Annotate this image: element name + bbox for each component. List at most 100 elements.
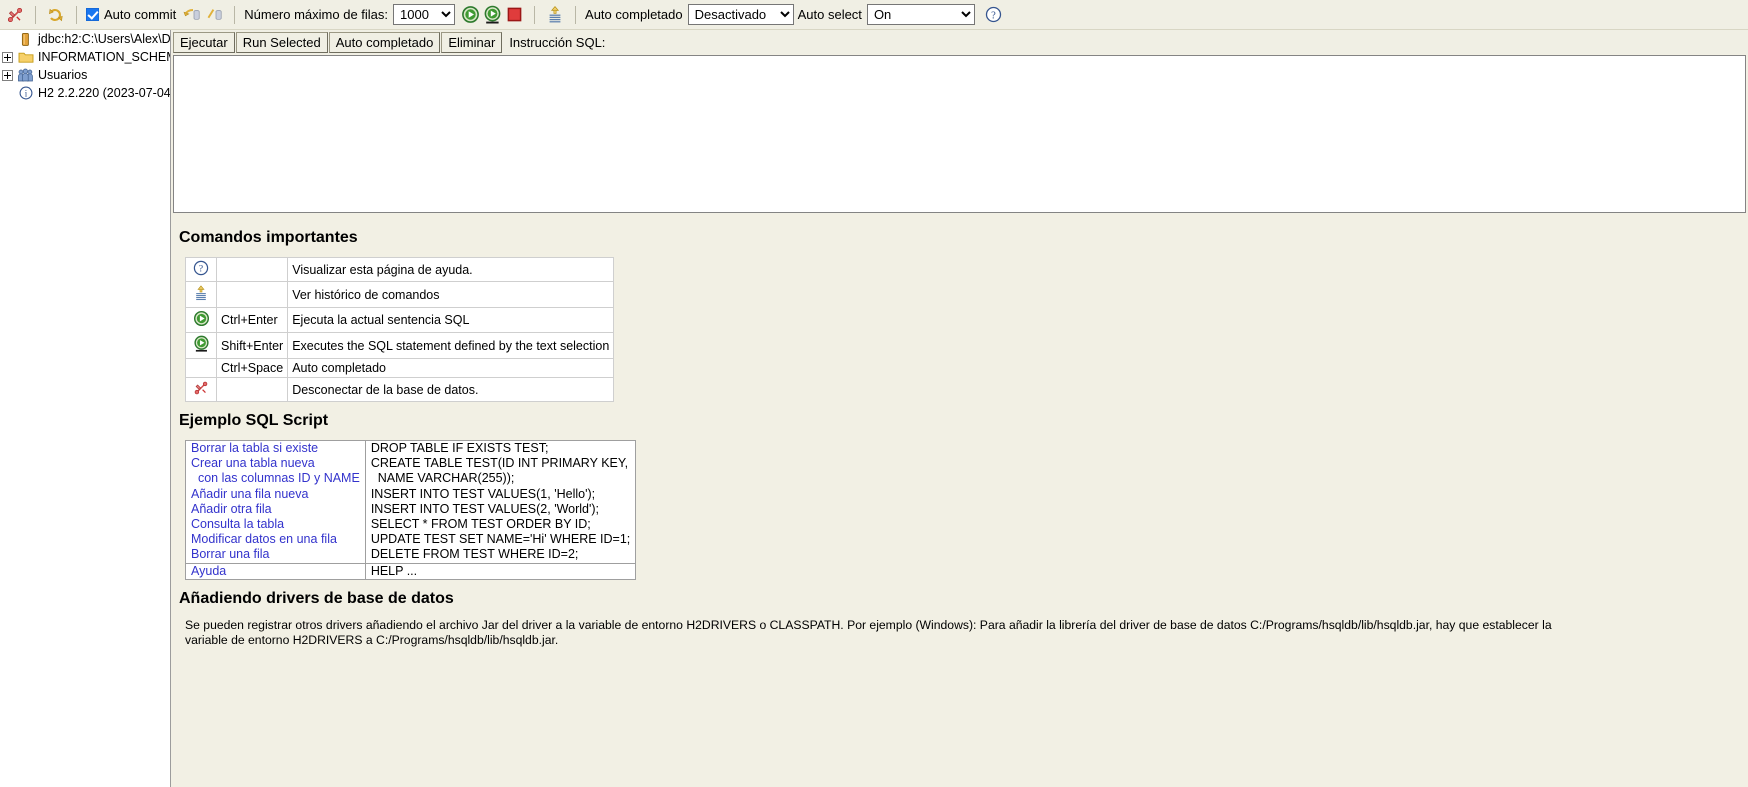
script-description: Añadir otra fila bbox=[185, 501, 366, 518]
editor-panel: Ejecutar Run Selected Auto completado El… bbox=[171, 30, 1748, 787]
script-sql: INSERT INTO TEST VALUES(1, 'Hello'); bbox=[370, 486, 596, 501]
table-row: Borrar la tabla si existe DROP TABLE IF E… bbox=[185, 440, 636, 457]
tree-item-connection-label: jdbc:h2:C:\Users\Alex\Desktop\JI bbox=[38, 32, 171, 46]
toolbar-divider-3 bbox=[234, 5, 236, 24]
max-rows-select[interactable]: 1000 bbox=[393, 4, 456, 25]
auto-commit-checkbox[interactable] bbox=[86, 8, 99, 21]
script-description: Ayuda bbox=[185, 562, 366, 580]
auto-commit-label[interactable]: Auto commit bbox=[104, 7, 176, 22]
commit-icon[interactable] bbox=[181, 4, 203, 26]
svg-text:?: ? bbox=[992, 10, 997, 21]
script-description: Añadir una fila nueva bbox=[185, 486, 366, 502]
stop-icon[interactable] bbox=[503, 4, 525, 26]
shortcut-key: Shift+Enter bbox=[215, 332, 289, 359]
shortcut-key bbox=[215, 377, 289, 402]
drivers-description: Se pueden registrar otros drivers añadie… bbox=[185, 617, 1552, 647]
toolbar-divider-5 bbox=[575, 5, 577, 24]
command-description: Ejecuta la actual sentencia SQL bbox=[287, 307, 615, 333]
important-commands-table: ? Visualizar esta página de ayuda. Ver his… bbox=[185, 257, 615, 402]
run-selected-button[interactable]: Run Selected bbox=[235, 31, 328, 53]
toolbar-divider-4 bbox=[534, 5, 536, 24]
commands-section-title: Comandos importantes bbox=[179, 229, 358, 246]
sidebar-item-usuarios-label: Usuarios bbox=[38, 68, 88, 82]
example-sql-script-table: Borrar la tabla si existe DROP TABLE IF E… bbox=[185, 440, 637, 580]
help-icon[interactable]: ? bbox=[983, 4, 1005, 26]
run-button[interactable]: Ejecutar bbox=[173, 31, 235, 53]
sql-command-bar: Ejecutar Run Selected Auto completado El… bbox=[171, 30, 1748, 54]
sidebar-item-usuarios[interactable]: Usuarios bbox=[0, 66, 170, 84]
help-content: Comandos importantes ? Visualizar esta pá… bbox=[171, 213, 1748, 787]
info-icon: i bbox=[17, 85, 34, 101]
command-description: Ver histórico de comandos bbox=[287, 281, 615, 308]
table-row: Añadir una fila nueva INSERT INTO TEST VA… bbox=[185, 486, 636, 502]
toolbar-divider-1 bbox=[35, 5, 36, 24]
table-row: ? Visualizar esta página de ayuda. bbox=[185, 257, 615, 282]
script-description: Borrar la tabla si existe bbox=[185, 440, 366, 457]
table-row: Ctrl+Space Auto completado bbox=[185, 358, 615, 378]
sidebar-item-information-schema[interactable]: INFORMATION_SCHEMA bbox=[0, 48, 170, 66]
script-description: Crear una tabla nueva bbox=[185, 456, 366, 472]
table-row: Shift+Enter Executes the SQL statement de… bbox=[185, 332, 615, 359]
help-icon[interactable]: ? bbox=[185, 257, 217, 282]
table-row: Borrar una fila DELETE FROM TEST WHERE ID… bbox=[185, 547, 636, 564]
auto-complete-button[interactable]: Auto completado bbox=[328, 31, 441, 53]
sidebar-item-version[interactable]: i H2 2.2.220 (2023-07-04) bbox=[0, 84, 170, 102]
shortcut-key: Ctrl+Space bbox=[215, 358, 289, 378]
database-tree-panel: jdbc:h2:C:\Users\Alex\Desktop\JI INFORMA… bbox=[0, 30, 171, 787]
disconnect-icon[interactable] bbox=[185, 377, 217, 402]
script-sql: UPDATE TEST SET NAME='Hi' WHERE ID=1; bbox=[370, 532, 631, 547]
script-description: Modificar datos en una fila bbox=[185, 532, 366, 548]
toolbar-divider-2 bbox=[76, 5, 77, 24]
table-row: Crear una tabla nueva CREATE TABLE TEST(I… bbox=[185, 456, 636, 472]
sql-editor-container bbox=[173, 55, 1746, 213]
history-icon[interactable] bbox=[544, 4, 566, 26]
script-sql: DROP TABLE IF EXISTS TEST; bbox=[370, 441, 549, 455]
auto-select-select[interactable]: On bbox=[866, 4, 975, 25]
shortcut-key bbox=[215, 281, 289, 308]
table-row: Ayuda HELP ... bbox=[185, 562, 636, 580]
run-selected-icon[interactable] bbox=[481, 4, 503, 26]
folder-icon bbox=[17, 49, 34, 65]
main-toolbar: Auto commit Número máximo de filas: 1000 bbox=[0, 0, 1748, 30]
script-description: Borrar una fila bbox=[185, 547, 366, 564]
users-icon bbox=[17, 67, 34, 83]
command-description: Desconectar de la base de datos. bbox=[287, 377, 615, 402]
main-area: jdbc:h2:C:\Users\Alex\Desktop\JI INFORMA… bbox=[0, 30, 1748, 787]
script-sql: HELP ... bbox=[365, 562, 636, 580]
expand-toggle-icon[interactable] bbox=[2, 51, 13, 63]
rollback-icon[interactable] bbox=[203, 4, 225, 26]
script-sql: NAME VARCHAR(255)); bbox=[370, 471, 515, 486]
table-row: Ctrl+Enter Ejecuta la actual sentencia SQ… bbox=[185, 307, 615, 333]
sql-statement-label: Instrucción SQL: bbox=[509, 34, 606, 50]
disconnect-icon[interactable] bbox=[4, 4, 26, 26]
script-sql: CREATE TABLE TEST(ID INT PRIMARY KEY, bbox=[370, 456, 629, 471]
table-row: Consulta la tabla SELECT * FROM TEST ORDE… bbox=[185, 517, 636, 533]
clear-button[interactable]: Eliminar bbox=[441, 31, 503, 53]
expand-toggle-icon[interactable] bbox=[2, 69, 13, 81]
table-row: Añadir otra fila INSERT INTO TEST VALUES(… bbox=[185, 501, 636, 518]
script-sql: INSERT INTO TEST VALUES(2, 'World'); bbox=[370, 501, 600, 516]
run-icon[interactable] bbox=[459, 4, 481, 26]
script-description: Consulta la tabla bbox=[185, 517, 366, 533]
table-row: Ver histórico de comandos bbox=[185, 281, 615, 308]
table-row: Desconectar de la base de datos. bbox=[185, 377, 615, 402]
run-selected-icon[interactable] bbox=[185, 332, 217, 359]
tree-item-connection[interactable]: jdbc:h2:C:\Users\Alex\Desktop\JI bbox=[0, 30, 170, 48]
empty-icon-cell bbox=[185, 358, 217, 378]
refresh-icon[interactable] bbox=[45, 4, 67, 26]
run-icon[interactable] bbox=[185, 307, 217, 333]
table-row: con las columnas ID y NAME NAME VARCHAR(… bbox=[185, 471, 636, 487]
auto-complete-label: Auto completado bbox=[585, 7, 683, 22]
history-icon[interactable] bbox=[185, 281, 217, 308]
command-description: Visualizar esta página de ayuda. bbox=[287, 257, 615, 282]
svg-text:?: ? bbox=[199, 264, 203, 275]
script-section-title: Ejemplo SQL Script bbox=[179, 412, 329, 429]
sql-input[interactable] bbox=[174, 56, 1745, 212]
shortcut-key: Ctrl+Enter bbox=[215, 307, 289, 333]
database-icon bbox=[17, 31, 34, 47]
table-row: Modificar datos en una fila UPDATE TEST S… bbox=[185, 532, 636, 548]
sidebar-item-information-schema-label: INFORMATION_SCHEMA bbox=[38, 50, 171, 64]
command-description: Auto completado bbox=[287, 358, 615, 378]
command-description: Executes the SQL statement defined by th… bbox=[287, 332, 615, 359]
auto-complete-select[interactable]: Desactivado bbox=[687, 4, 794, 25]
